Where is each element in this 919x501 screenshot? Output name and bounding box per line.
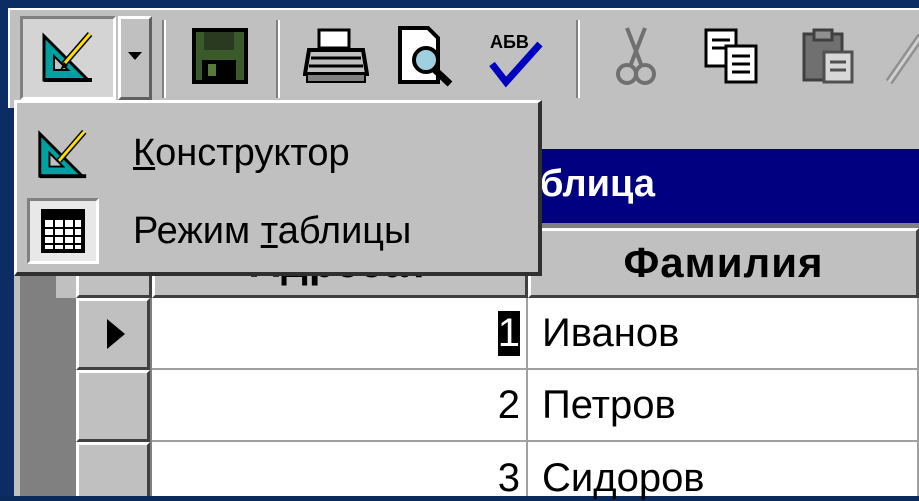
view-dropdown-menu: Конструктор Режим таблицы	[14, 100, 542, 276]
toolbar: АБВ	[8, 8, 919, 108]
spelling-icon: АБВ	[482, 24, 546, 93]
design-view-icon	[38, 26, 98, 91]
table-cell-adresat[interactable]: 2	[152, 370, 528, 442]
table-cell-familiya[interactable]: Петров	[528, 370, 919, 442]
save-button[interactable]	[180, 16, 260, 100]
copy-button[interactable]	[690, 16, 774, 100]
print-icon	[302, 26, 370, 91]
table-cell-familiya[interactable]: Сидоров	[528, 442, 919, 500]
table-cell-adresat[interactable]: 1	[152, 298, 528, 370]
toolbar-separator	[276, 20, 280, 98]
print-preview-icon	[392, 24, 456, 93]
window-title: блица	[540, 163, 655, 205]
print-preview-button[interactable]	[382, 16, 466, 100]
paste-button[interactable]	[786, 16, 870, 100]
toolbar-separator	[162, 20, 166, 98]
paste-icon	[798, 26, 858, 91]
dropdown-arrow-icon	[126, 49, 144, 67]
menu-item-label: Конструктор	[133, 131, 350, 174]
format-painter-button[interactable]	[876, 16, 919, 100]
menu-item-datasheet-view[interactable]: Режим таблицы	[27, 195, 527, 267]
design-view-icon	[27, 120, 99, 186]
cut-icon	[611, 24, 661, 93]
menu-item-label: Режим таблицы	[133, 209, 412, 252]
row-selector[interactable]	[76, 370, 150, 442]
view-button[interactable]	[20, 16, 116, 100]
menu-item-design-view[interactable]: Конструктор	[27, 117, 527, 189]
current-record-arrow-icon	[105, 317, 127, 356]
copy-icon	[702, 26, 762, 91]
table-cell-familiya[interactable]: Иванов	[528, 298, 919, 370]
print-button[interactable]	[294, 16, 378, 100]
datasheet-view-icon	[27, 198, 99, 264]
row-selector[interactable]	[76, 442, 150, 496]
cut-button[interactable]	[594, 16, 678, 100]
svg-text:АБВ: АБВ	[490, 32, 529, 52]
save-icon	[190, 26, 250, 91]
column-header-familiya[interactable]: Фамилия	[528, 228, 919, 298]
row-selector[interactable]	[76, 298, 150, 370]
record-id: 1	[497, 310, 520, 356]
spelling-button[interactable]: АБВ	[472, 16, 556, 100]
table-cell-adresat[interactable]: 3	[152, 442, 528, 500]
toolbar-separator	[576, 20, 580, 98]
view-dropdown-button[interactable]	[118, 16, 152, 100]
format-painter-icon	[881, 26, 919, 91]
